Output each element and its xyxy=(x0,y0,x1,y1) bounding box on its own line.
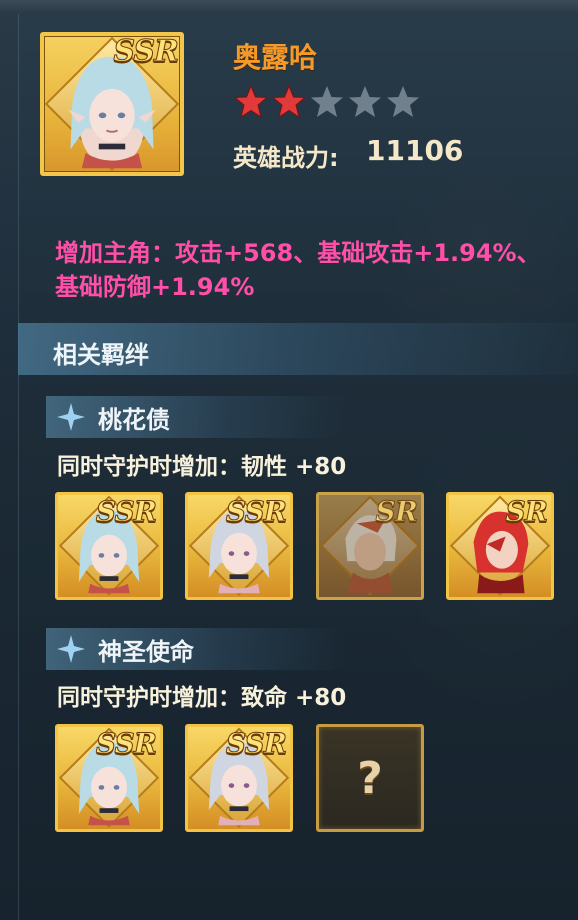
hero-power-value: 11106 xyxy=(366,134,464,167)
star-filled-icon xyxy=(271,84,307,119)
bond-effect: 同时守护时增加：韧性 +80 xyxy=(57,454,347,480)
star-filled-icon xyxy=(233,84,269,119)
bond-group-bar xyxy=(46,628,346,670)
star-empty-icon xyxy=(311,86,343,117)
bond-hero-card[interactable]: SSR xyxy=(55,724,163,832)
sparkle-icon xyxy=(57,403,85,431)
rarity-badge: SSR xyxy=(95,727,157,761)
hero-power-label: 英雄战力: xyxy=(233,144,339,172)
bond-effect: 同时守护时增加：致命 +80 xyxy=(57,685,347,711)
sparkle-icon xyxy=(57,635,85,663)
bond-group-bar xyxy=(46,396,346,438)
rarity-badge: SSR xyxy=(95,495,157,529)
bond-hero-card[interactable]: SR xyxy=(446,492,554,600)
rarity-badge: SSR xyxy=(113,34,180,70)
bond-hero-card[interactable]: SSR xyxy=(185,492,293,600)
unknown-hero-card[interactable]: ? xyxy=(316,724,424,832)
bond-hero-card-locked[interactable]: SR xyxy=(316,492,424,600)
bond-hero-card[interactable]: SSR xyxy=(55,492,163,600)
rarity-badge: SSR xyxy=(225,495,287,529)
bond-title: 神圣使命 xyxy=(98,638,194,666)
top-strip xyxy=(0,0,578,14)
bond-title: 桃花债 xyxy=(98,406,170,434)
protagonist-bonus-text: 增加主角：攻击+568、基础攻击+1.94%、基础防御+1.94% xyxy=(55,239,541,301)
section-title: 相关羁绊 xyxy=(53,341,149,369)
hero-name: 奥露哈 xyxy=(233,41,318,74)
rarity-badge: SR xyxy=(505,495,548,529)
hero-portrait-card[interactable]: SSR xyxy=(40,32,184,176)
question-mark-icon: ? xyxy=(357,752,383,804)
star-empty-icon xyxy=(349,86,381,117)
rarity-badge: SSR xyxy=(225,727,287,761)
bond-hero-card[interactable]: SSR xyxy=(185,724,293,832)
rarity-badge: SR xyxy=(375,495,418,529)
star-empty-icon xyxy=(387,86,419,117)
